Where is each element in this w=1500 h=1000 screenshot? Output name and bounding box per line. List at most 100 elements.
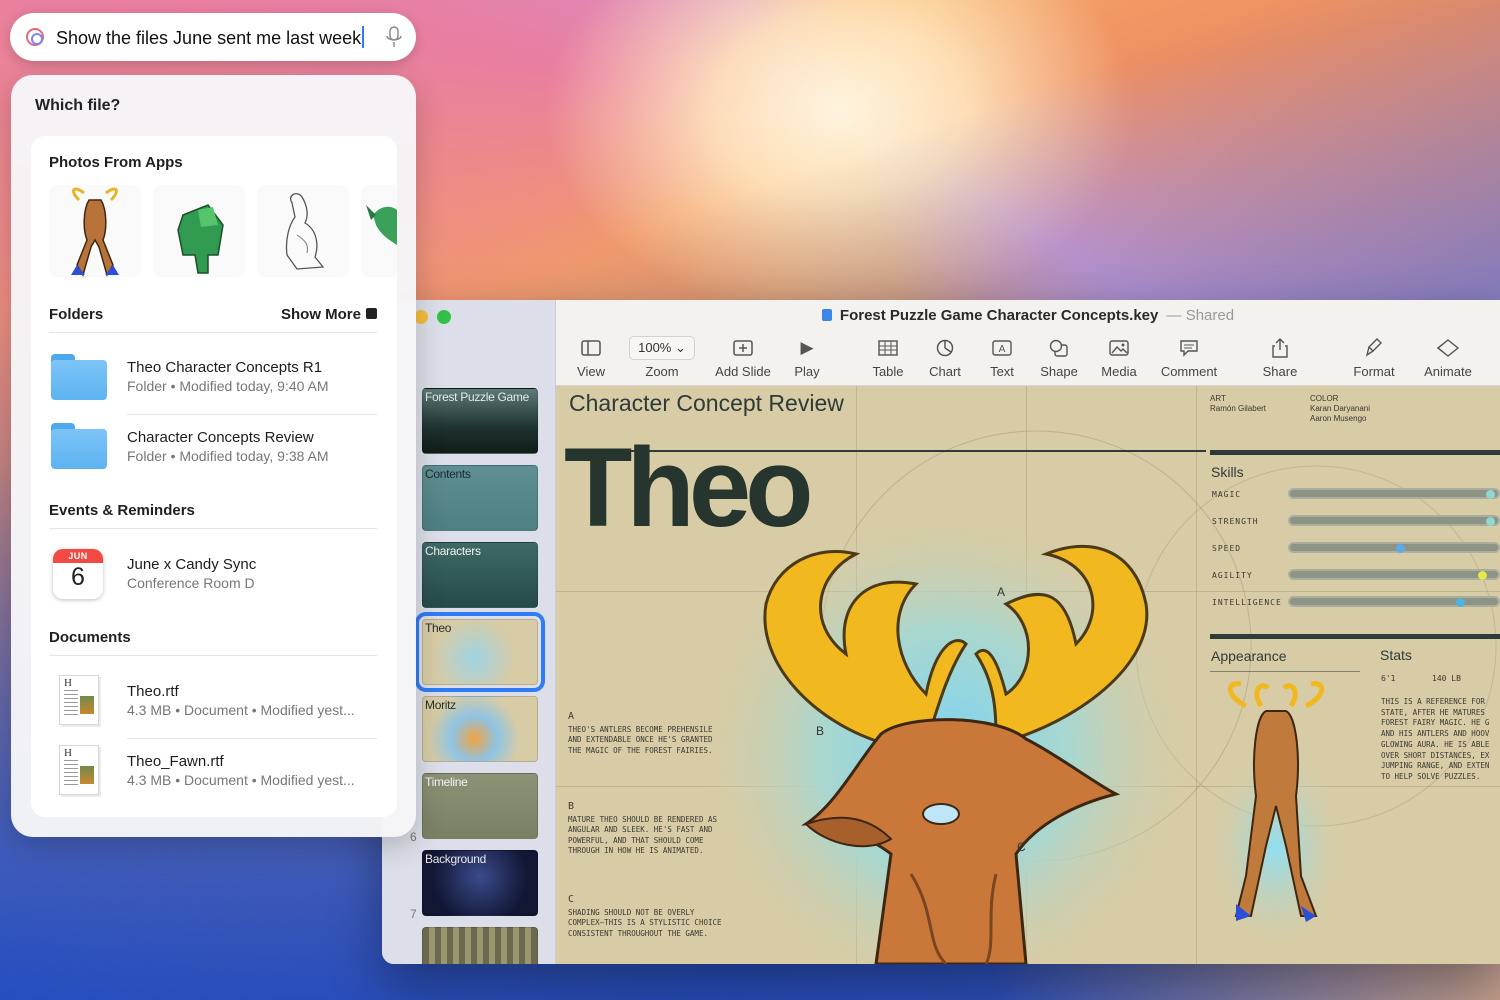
- skills-heading: Skills: [1211, 464, 1244, 480]
- play-label: Play: [794, 364, 820, 379]
- slide-thumb-2[interactable]: Contents: [422, 465, 538, 531]
- zoom-select[interactable]: 100% ⌄: [629, 336, 695, 360]
- folder-name: Theo Character Concepts R1: [127, 359, 323, 376]
- slide-thumb-3[interactable]: Characters: [422, 542, 538, 608]
- slide-thumb-5[interactable]: Moritz: [422, 696, 538, 762]
- skill-bar: [1288, 488, 1500, 499]
- credit-name: Aaron Musengo: [1310, 414, 1367, 423]
- media-label: Media: [1101, 364, 1137, 379]
- show-more-label: Show More: [280, 306, 361, 323]
- microphone-icon[interactable]: [386, 26, 402, 48]
- fullscreen-button[interactable]: [437, 310, 451, 324]
- stats-description: THIS IS A REFERENCE FOR STATE, AFTER HE …: [1381, 697, 1490, 781]
- media-button[interactable]: Media: [1098, 336, 1140, 379]
- minimize-button[interactable]: [414, 310, 428, 324]
- add-slide-button[interactable]: Add Slide: [712, 336, 774, 379]
- folder-icon: [51, 354, 107, 400]
- note-c[interactable]: C SHADING SHOULD NOT BE OVERLY COMPLEX—T…: [568, 894, 728, 939]
- appearance-figure[interactable]: [1206, 676, 1346, 936]
- skill-level-indicator: [1486, 490, 1495, 499]
- text-button[interactable]: A Text: [986, 336, 1018, 379]
- chart-button[interactable]: Chart: [926, 336, 964, 379]
- view-button[interactable]: View: [574, 336, 608, 379]
- search-query: Show the files June sent me last week: [56, 28, 362, 48]
- animate-button[interactable]: Animate: [1420, 336, 1476, 379]
- play-button[interactable]: ▶ Play: [790, 336, 824, 379]
- text-label: Text: [990, 364, 1014, 379]
- stats-heading: Stats: [1380, 647, 1412, 663]
- zoom-label: Zoom: [645, 364, 679, 379]
- skill-level-indicator: [1486, 517, 1495, 526]
- photo-thumb-3[interactable]: [257, 185, 349, 277]
- skill-bar: [1288, 542, 1500, 553]
- documents-heading: Documents: [49, 629, 131, 646]
- note-text: SHADING SHOULD NOT BE OVERLY COMPLEX—THI…: [568, 907, 722, 938]
- stat-weight: 140 LB: [1432, 674, 1461, 683]
- slide-canvas[interactable]: Character Concept Review Theo A B C A TH…: [556, 386, 1500, 964]
- table-label: Table: [872, 364, 904, 379]
- note-b[interactable]: B MATURE THEO SHOULD BE RENDERED AS ANGU…: [568, 801, 728, 857]
- format-button[interactable]: Format: [1350, 336, 1398, 379]
- credit-name: Ramón Gilabert: [1210, 404, 1267, 413]
- chart-icon: [926, 336, 964, 360]
- slide-thumb-1[interactable]: Forest Puzzle Game: [422, 388, 538, 454]
- view-label: View: [577, 364, 605, 379]
- svg-text:A: A: [999, 344, 1006, 355]
- slide-thumb-8[interactable]: [422, 927, 538, 964]
- share-button[interactable]: Share: [1262, 336, 1298, 379]
- document-name: Theo.rtf: [127, 683, 179, 700]
- slide-number: 6: [410, 830, 417, 844]
- photos-heading: Photos From Apps: [49, 154, 183, 171]
- shape-icon: [1037, 336, 1081, 360]
- credit-color: COLOR Karan Daryanani Aaron Musengo: [1310, 394, 1370, 424]
- skill-bar: [1288, 596, 1500, 607]
- folder-meta: Folder • Modified today, 9:40 AM: [127, 378, 329, 394]
- credit-name: Karan Daryanani: [1310, 404, 1371, 413]
- zoom-control[interactable]: 100% ⌄ Zoom: [626, 336, 698, 379]
- show-more-button[interactable]: Show More: [281, 306, 377, 323]
- note-a[interactable]: A THEO'S ANTLERS BECOME PREHENSILE AND E…: [568, 711, 728, 756]
- shape-label: Shape: [1040, 364, 1078, 379]
- share-label: Share: [1262, 364, 1298, 379]
- skill-label: SPEED: [1212, 544, 1242, 553]
- slide-title[interactable]: Character Concept Review: [569, 390, 844, 417]
- note-letter: B: [568, 801, 575, 812]
- text-caret: [362, 26, 365, 48]
- slide-thumb-4[interactable]: Theo: [415, 612, 545, 692]
- photo-thumb-4[interactable]: [361, 185, 397, 277]
- document-status: — Shared: [1166, 307, 1235, 324]
- slide-thumb-label: Timeline: [425, 775, 468, 789]
- slide-thumb-7[interactable]: Background: [422, 850, 538, 916]
- skill-label: AGILITY: [1212, 571, 1253, 580]
- chevron-down-icon: ⌄: [674, 340, 686, 355]
- events-heading: Events & Reminders: [49, 502, 195, 519]
- play-icon: ▶: [800, 338, 814, 357]
- results-card: Photos From Apps Folders Show More Theo …: [31, 136, 397, 817]
- add-slide-label: Add Slide: [715, 364, 771, 379]
- table-button[interactable]: Table: [869, 336, 907, 379]
- comment-icon: [1158, 336, 1220, 360]
- marker-c: C: [1017, 840, 1026, 854]
- search-input[interactable]: Show the files June sent me last week: [56, 26, 365, 49]
- shape-button[interactable]: Shape: [1037, 336, 1081, 379]
- note-letter: A: [568, 711, 575, 722]
- document-title: Forest Puzzle Game Character Concepts.ke…: [556, 307, 1500, 324]
- deer-illustration[interactable]: [696, 494, 1256, 964]
- text-box-icon: A: [986, 336, 1018, 360]
- search-bar[interactable]: Show the files June sent me last week: [10, 13, 416, 61]
- photo-icon: [1098, 336, 1140, 360]
- keynote-file-icon: [821, 309, 832, 321]
- folder-meta: Folder • Modified today, 9:38 AM: [127, 448, 329, 464]
- window-controls: [414, 310, 451, 324]
- slide-thumb-6[interactable]: Timeline: [422, 773, 538, 839]
- skill-bar: [1288, 515, 1500, 526]
- event-location: Conference Room D: [127, 575, 255, 591]
- comment-button[interactable]: Comment: [1158, 336, 1220, 379]
- siri-icon: [26, 28, 44, 46]
- document-name: Theo_Fawn.rtf: [127, 753, 224, 770]
- photo-thumb-2[interactable]: [153, 185, 245, 277]
- skill-bar: [1288, 569, 1500, 580]
- photo-thumb-1[interactable]: [49, 185, 141, 277]
- add-slide-icon: [712, 336, 774, 360]
- skill-level-indicator: [1396, 544, 1405, 553]
